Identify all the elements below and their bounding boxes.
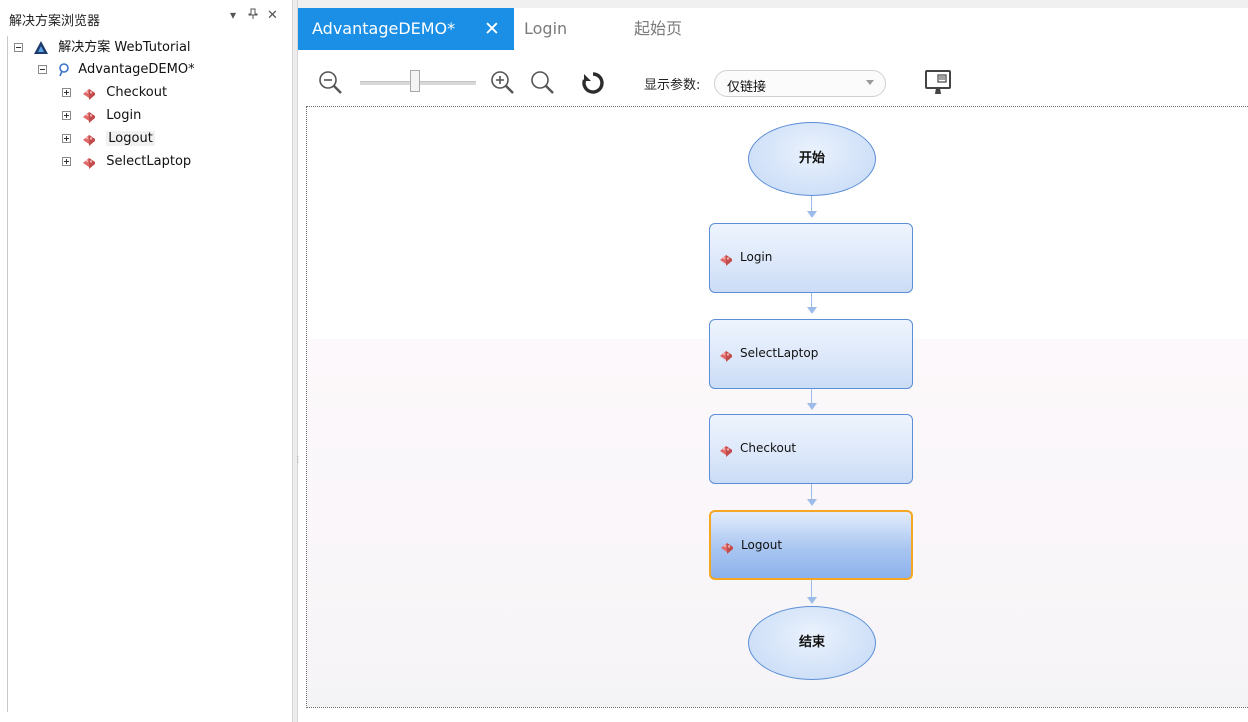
display-params-label: 显示参数: [644, 78, 701, 93]
collapse-icon[interactable] [38, 65, 47, 74]
tree-item-project[interactable]: AdvantageDEMO* [38, 59, 195, 81]
solution-label: 解决方案 WebTutorial [58, 40, 191, 55]
dropdown-icon[interactable]: ▾ [230, 8, 236, 22]
action-icon [718, 347, 734, 367]
flow-start-label: 开始 [798, 151, 825, 166]
flow-end-node[interactable]: 结束 [748, 606, 876, 680]
collapse-icon[interactable] [14, 43, 23, 52]
flow-connector [811, 196, 812, 212]
flow-connector [811, 293, 812, 308]
flow-step-label: Logout [741, 538, 783, 552]
monitor-icon[interactable] [924, 69, 952, 101]
project-icon [57, 62, 69, 78]
flow-arrow-icon [807, 307, 817, 314]
document-tabbar: AdvantageDEMO* ✕ Login 起始页 [298, 0, 1248, 50]
action-label: Logout [106, 131, 155, 146]
flow-step-selectlaptop[interactable]: SelectLaptop [709, 319, 913, 389]
zoom-fit-icon[interactable] [530, 70, 556, 100]
flow-arrow-icon [807, 597, 817, 604]
zoom-slider-thumb[interactable] [409, 70, 420, 92]
project-label: AdvantageDEMO* [78, 62, 195, 77]
tab-start-page[interactable]: 起始页 [634, 8, 682, 50]
tree-item-action-selected[interactable]: Logout [62, 128, 155, 150]
tree-item-action[interactable]: SelectLaptop [62, 151, 191, 173]
action-label: SelectLaptop [106, 154, 192, 169]
tree-item-action[interactable]: Checkout [62, 82, 167, 104]
expand-icon[interactable] [62, 111, 71, 120]
flow-step-label: Login [740, 250, 773, 264]
zoom-out-icon[interactable] [318, 70, 344, 100]
close-panel-icon[interactable]: ✕ [267, 8, 278, 23]
flow-start-node[interactable]: 开始 [748, 122, 876, 196]
zoom-in-icon[interactable] [490, 70, 516, 100]
display-params-select[interactable]: 仅链接 [714, 70, 886, 97]
flow-connector [811, 389, 812, 404]
action-icon [718, 251, 734, 271]
action-icon [81, 85, 97, 101]
explorer-header: 解决方案浏览器 ▾ ✕ [0, 8, 292, 30]
tab-label: AdvantageDEMO* [312, 19, 456, 38]
flow-step-checkout[interactable]: Checkout [709, 414, 913, 484]
refresh-icon[interactable] [581, 71, 605, 99]
tree-item-solution[interactable]: 解决方案 WebTutorial [14, 37, 191, 59]
tab-advantagedemo[interactable]: AdvantageDEMO* ✕ [298, 8, 514, 50]
tree-item-action[interactable]: Login [62, 105, 141, 127]
tabbar-strip [298, 0, 1248, 8]
expand-icon[interactable] [62, 134, 71, 143]
solution-explorer-panel: 解决方案浏览器 ▾ ✕ 解决方案 WebTutorial AdvantageDE… [0, 0, 292, 722]
solution-icon [33, 40, 49, 56]
action-icon [81, 131, 97, 147]
action-icon [719, 539, 735, 559]
flow-step-label: Checkout [740, 441, 797, 455]
flow-connector [811, 484, 812, 500]
flow-arrow-icon [807, 499, 817, 506]
flow-connector [811, 580, 812, 598]
canvas-toolbar: 显示参数: 仅链接 [298, 50, 1248, 106]
flow-canvas[interactable]: 开始 Login SelectLaptop Checkout Logout 结束 [306, 106, 1248, 708]
expand-icon[interactable] [62, 157, 71, 166]
flow-arrow-icon [807, 403, 817, 410]
tab-label: 起始页 [634, 19, 683, 38]
flow-step-label: SelectLaptop [740, 346, 819, 360]
tree-border [7, 36, 8, 712]
flow-step-logout[interactable]: Logout [709, 510, 913, 580]
action-icon [718, 442, 734, 462]
action-icon [81, 108, 97, 124]
action-label: Login [106, 108, 142, 123]
flow-step-login[interactable]: Login [709, 223, 913, 293]
panel-splitter[interactable]: ⋮ [292, 0, 302, 722]
pin-icon[interactable] [248, 8, 258, 23]
tab-login[interactable]: Login [524, 8, 567, 50]
splitter-grip-icon[interactable]: ⋮ [294, 455, 302, 464]
flow-end-label: 结束 [798, 635, 825, 650]
close-tab-icon[interactable]: ✕ [484, 8, 500, 50]
expand-icon[interactable] [62, 88, 71, 97]
action-icon [81, 154, 97, 170]
tab-label: Login [524, 19, 568, 38]
chevron-down-icon [866, 80, 874, 85]
display-params-value: 仅链接 [727, 80, 767, 95]
action-label: Checkout [106, 85, 168, 100]
flow-arrow-icon [807, 211, 817, 218]
explorer-title: 解决方案浏览器 [9, 14, 101, 29]
